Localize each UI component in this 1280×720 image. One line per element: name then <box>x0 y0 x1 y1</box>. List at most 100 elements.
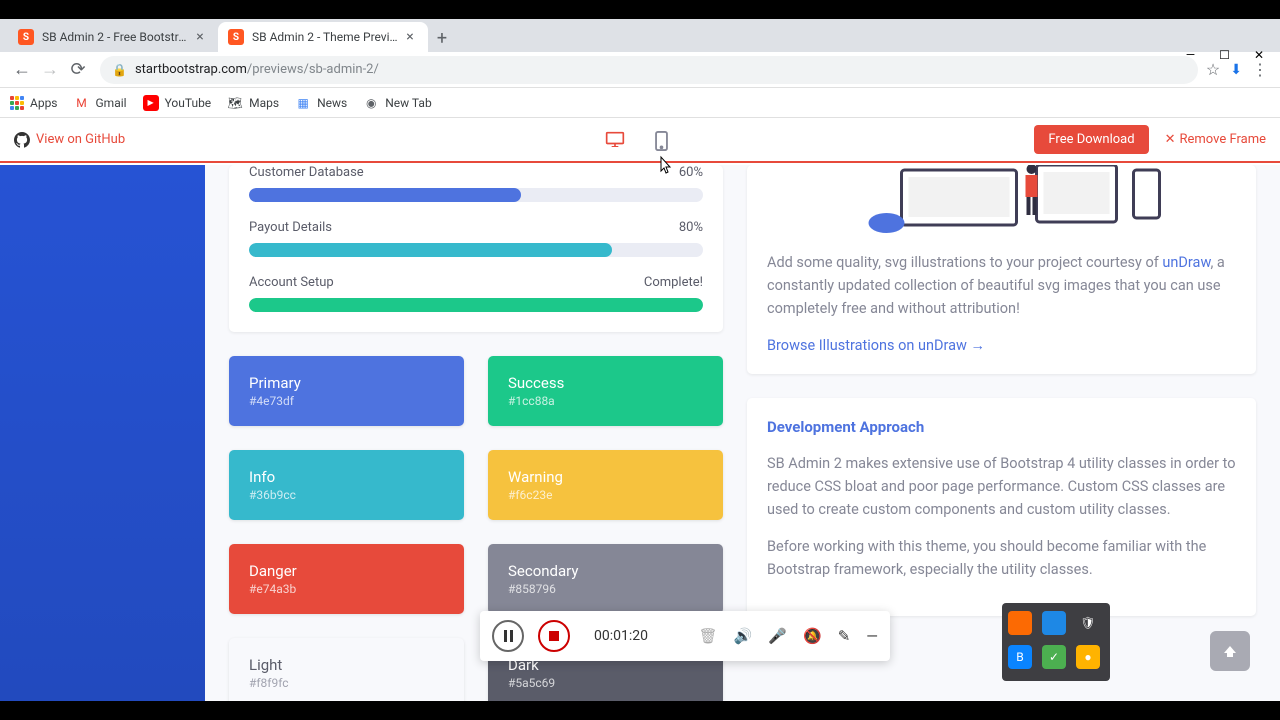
remove-frame-button[interactable]: ✕Remove Frame <box>1165 132 1266 147</box>
desktop-view-button[interactable] <box>605 131 625 149</box>
color-hex: #858796 <box>508 582 703 596</box>
tray-recorder-icon[interactable]: ● <box>1076 645 1100 669</box>
bookmark-maps[interactable]: 🗺 Maps <box>227 95 279 111</box>
url-bar: ← → ⟳ 🔒 startbootstrap.com/previews/sb-a… <box>0 52 1280 88</box>
bookmark-label: Apps <box>30 96 58 110</box>
illustrations-card: Add some quality, svg illustrations to y… <box>747 165 1256 374</box>
draw-icon[interactable]: ✎ <box>838 627 851 645</box>
bookmark-news[interactable]: ▦ News <box>295 95 347 111</box>
news-icon: ▦ <box>295 95 311 111</box>
minimize-icon[interactable]: — <box>1186 48 1195 62</box>
color-name: Light <box>249 656 444 674</box>
progress-item: Account SetupComplete! <box>249 275 703 312</box>
approach-paragraph: Before working with this theme, you shou… <box>767 535 1236 581</box>
stop-recording-button[interactable] <box>538 620 570 652</box>
color-hex: #1cc88a <box>508 394 703 408</box>
favicon-icon: S <box>18 29 34 45</box>
back-button[interactable]: ← <box>8 56 36 84</box>
progress-value: 60% <box>679 165 703 180</box>
bookmark-label: Gmail <box>96 96 127 110</box>
pause-icon <box>504 630 513 642</box>
tray-check-icon[interactable]: ✓ <box>1042 645 1066 669</box>
bookmark-youtube[interactable]: ▶ YouTube <box>143 95 212 111</box>
color-hex: #f8f9fc <box>249 676 444 690</box>
tray-security-icon[interactable]: 🛡 <box>1076 611 1100 635</box>
approach-paragraph: SB Admin 2 makes extensive use of Bootst… <box>767 452 1236 522</box>
undraw-illustration <box>767 165 1236 235</box>
bookmark-label: New Tab <box>385 96 431 110</box>
screen-recorder-toolbar: 00:01:20 🗑 🔊 🎤 🔕 ✎ — <box>480 611 890 661</box>
bookmark-label: YouTube <box>165 96 212 110</box>
browser-tab[interactable]: S SB Admin 2 - Free Bootstrap Ad × <box>8 22 218 52</box>
admin-sidebar[interactable] <box>0 165 205 701</box>
volume-icon[interactable]: 🔊 <box>734 627 753 645</box>
progress-item: Customer Database 60% <box>249 165 703 202</box>
tab-title: SB Admin 2 - Free Bootstrap Ad <box>42 30 192 44</box>
pause-recording-button[interactable] <box>492 620 524 652</box>
close-window-icon[interactable]: ✕ <box>1254 48 1264 62</box>
apps-icon <box>10 96 24 110</box>
delete-icon[interactable]: 🗑 <box>699 627 718 645</box>
free-download-button[interactable]: Free Download <box>1034 125 1148 154</box>
new-tab-button[interactable]: + <box>428 24 456 52</box>
tray-bluetooth-icon[interactable]: B <box>1008 645 1032 669</box>
mobile-view-button[interactable] <box>655 131 675 149</box>
color-card-danger: Danger#e74a3b <box>229 544 464 614</box>
maps-icon: 🗺 <box>227 95 243 111</box>
bookmark-newtab[interactable]: ◉New Tab <box>363 95 431 111</box>
youtube-icon: ▶ <box>143 95 159 111</box>
close-icon: ✕ <box>1165 132 1176 147</box>
bookmarks-bar: Apps MGmail ▶ YouTube 🗺 Maps ▦ News ◉New Ta… <box>0 88 1280 118</box>
tab-strip: S SB Admin 2 - Free Bootstrap Ad × S SB … <box>0 19 1280 52</box>
bookmark-apps[interactable]: Apps <box>10 96 58 110</box>
color-card-secondary: Secondary #858796 <box>488 544 723 614</box>
color-card-info: Info #36b9cc <box>229 450 464 520</box>
progress-bar <box>249 298 703 312</box>
color-name: Success <box>508 374 703 392</box>
minimize-recorder-icon[interactable]: — <box>866 627 878 645</box>
reload-button[interactable]: ⟳ <box>64 56 92 84</box>
progress-bar <box>249 188 703 202</box>
color-name: Primary <box>249 374 444 392</box>
lock-icon: 🔒 <box>112 63 127 77</box>
tab-title: SB Admin 2 - Theme Preview - S <box>252 30 402 44</box>
url-path: /previews/sb-admin-2/ <box>247 62 379 77</box>
browser-tab-active[interactable]: S SB Admin 2 - Theme Preview - S × <box>218 22 428 52</box>
progress-card: Customer Database 60% Payout Details 80% A… <box>229 165 723 332</box>
color-hex: #36b9cc <box>249 488 444 502</box>
card-title: Development Approach <box>767 418 1236 436</box>
color-name: Warning <box>508 468 703 486</box>
webcam-disabled-icon[interactable]: 🔕 <box>803 627 822 645</box>
color-hex: #5a5c69 <box>508 676 703 690</box>
progress-value: 80% <box>679 220 703 235</box>
scroll-to-top-button[interactable] <box>1210 631 1250 671</box>
color-name: Info <box>249 468 444 486</box>
bookmark-label: News <box>317 96 347 110</box>
close-icon[interactable]: × <box>192 29 208 45</box>
color-hex: #e74a3b <box>249 582 444 596</box>
bookmark-gmail[interactable]: MGmail <box>74 95 127 111</box>
close-icon[interactable]: × <box>402 29 418 45</box>
color-name: Secondary <box>508 562 703 580</box>
undraw-link[interactable]: unDraw <box>1162 254 1210 271</box>
recording-time: 00:01:20 <box>594 628 685 644</box>
address-bar[interactable]: 🔒 startbootstrap.com/previews/sb-admin-2… <box>100 56 1198 84</box>
color-hex: #4e73df <box>249 394 444 408</box>
stop-icon <box>549 631 559 641</box>
bookmark-label: Maps <box>249 96 279 110</box>
mic-muted-icon[interactable]: 🎤 <box>768 627 787 645</box>
progress-label: Customer Database <box>249 165 364 180</box>
progress-label: Account Setup <box>249 275 334 290</box>
color-card-success: Success #1cc88a <box>488 356 723 426</box>
color-card-primary: Primary #4e73df <box>229 356 464 426</box>
tray-app-icon[interactable] <box>1042 611 1066 635</box>
color-hex: #f6c23e <box>508 488 703 502</box>
maximize-icon[interactable]: ☐ <box>1219 48 1230 62</box>
browse-undraw-link[interactable]: Browse Illustrations on unDraw → <box>767 337 985 354</box>
progress-label: Payout Details <box>249 220 332 235</box>
github-link[interactable]: View on GitHub <box>14 132 125 148</box>
forward-button[interactable]: → <box>36 56 64 84</box>
tray-xampp-icon[interactable] <box>1008 611 1032 635</box>
approach-card: Development Approach SB Admin 2 makes ex… <box>747 398 1256 616</box>
illustrations-text: Add some quality, svg illustrations to y… <box>767 251 1236 321</box>
